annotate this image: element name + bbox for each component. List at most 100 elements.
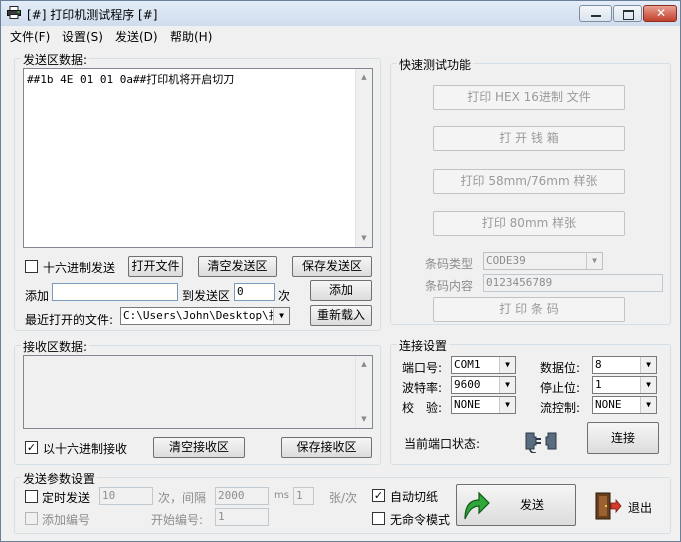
scroll-up-arrow-icon[interactable]: ▲ <box>356 356 372 373</box>
send-button[interactable]: 发送 <box>456 484 576 526</box>
minimize-button[interactable] <box>579 5 612 22</box>
maximize-icon <box>623 10 634 20</box>
flow-label: 流控制: <box>540 401 581 415</box>
start-number-label: 开始编号: <box>151 513 204 527</box>
auto-cut-checkbox[interactable]: ✓ <box>372 489 385 502</box>
menu-bar: 文件(F) 设置(S) 发送(D) 帮助(H) <box>1 26 680 45</box>
add-button[interactable]: 添加 <box>310 280 372 301</box>
databits-combo[interactable]: 8 ▼ <box>592 356 657 374</box>
close-button[interactable]: ✕ <box>643 5 677 22</box>
receive-area-label: 接收区数据: <box>21 338 90 355</box>
per-time-label: 张/次 <box>329 491 358 505</box>
no-command-mode-label: 无命令模式 <box>390 513 451 527</box>
interval-input[interactable]: 2000 <box>215 487 269 505</box>
save-receive-button[interactable]: 保存接收区 <box>281 437 372 458</box>
add-text-input[interactable] <box>52 283 178 301</box>
scroll-down-arrow-icon[interactable]: ▼ <box>356 230 372 247</box>
recent-files-value: C:\Users\John\Desktop\打印 <box>123 309 290 322</box>
times-input[interactable]: 0 <box>234 283 275 301</box>
parity-label: 校 验: <box>402 401 443 415</box>
exit-door-icon[interactable] <box>594 491 622 521</box>
print-80mm-sample-button[interactable]: 打印 80mm 样张 <box>433 211 625 236</box>
send-count-input[interactable]: 10 <box>99 487 153 505</box>
exit-button[interactable]: 退出 <box>628 499 652 516</box>
port-combo[interactable]: COM1 ▼ <box>451 356 516 374</box>
add-label: 添加 <box>25 289 50 303</box>
minimize-icon <box>591 15 601 17</box>
connection-label: 连接设置 <box>397 337 450 354</box>
clear-send-button[interactable]: 清空发送区 <box>198 256 277 277</box>
sheets-input[interactable]: 1 <box>293 487 314 505</box>
baud-combo[interactable]: 9600 ▼ <box>451 376 516 394</box>
scroll-up-arrow-icon[interactable]: ▲ <box>356 69 372 86</box>
disconnected-plug-icon <box>525 432 557 453</box>
baud-label: 波特率: <box>402 381 443 395</box>
send-area-label: 发送区数据: <box>21 51 90 68</box>
menu-send[interactable]: 发送(D) <box>115 28 158 45</box>
flow-value: NONE <box>595 398 622 411</box>
dropdown-arrow-icon[interactable]: ▼ <box>273 308 289 324</box>
clear-receive-button[interactable]: 清空接收区 <box>153 437 245 458</box>
stopbits-combo[interactable]: 1 ▼ <box>592 376 657 394</box>
barcode-type-value: CODE39 <box>486 254 526 267</box>
print-hex-file-button[interactable]: 打印 HEX 16进制 文件 <box>433 85 625 110</box>
send-button-label: 发送 <box>519 498 544 512</box>
send-data-textarea[interactable]: ##1b 4E 01 01 0a##打印机将开启切刀 ▲ ▼ <box>23 68 373 248</box>
send-arrow-icon <box>464 491 490 520</box>
dropdown-arrow-icon[interactable]: ▼ <box>499 397 515 413</box>
send-params-label: 发送参数设置 <box>21 470 98 487</box>
flow-combo[interactable]: NONE ▼ <box>592 396 657 414</box>
add-number-label: 添加编号 <box>42 513 91 527</box>
dropdown-arrow-icon[interactable]: ▼ <box>640 397 656 413</box>
send-data-scrollbar[interactable]: ▲ ▼ <box>355 69 372 247</box>
ms-label: ms <box>274 490 289 501</box>
recent-files-combo[interactable]: C:\Users\John\Desktop\打印 ▼ <box>120 307 290 325</box>
dropdown-arrow-icon[interactable]: ▼ <box>499 377 515 393</box>
barcode-content-label: 条码内容 <box>425 279 474 293</box>
port-label: 端口号: <box>402 361 443 375</box>
no-command-mode-checkbox[interactable] <box>372 512 385 525</box>
menu-file[interactable]: 文件(F) <box>10 28 50 45</box>
save-send-button[interactable]: 保存发送区 <box>292 256 372 277</box>
timed-send-checkbox[interactable] <box>25 490 38 503</box>
port-status-label: 当前端口状态: <box>404 437 481 451</box>
parity-combo[interactable]: NONE ▼ <box>451 396 516 414</box>
open-cash-drawer-button[interactable]: 打 开 钱 箱 <box>433 126 625 151</box>
hex-receive-checkbox[interactable]: ✓ <box>25 441 38 454</box>
dropdown-arrow-icon[interactable]: ▼ <box>640 357 656 373</box>
barcode-content-input[interactable]: 0123456789 <box>483 274 663 292</box>
printer-app-icon <box>7 6 21 19</box>
print-barcode-button[interactable]: 打 印 条 码 <box>433 297 625 322</box>
open-file-button[interactable]: 打开文件 <box>128 256 183 277</box>
maximize-button[interactable] <box>613 5 642 22</box>
stopbits-label: 停止位: <box>540 381 581 395</box>
stopbits-value: 1 <box>595 378 602 391</box>
menu-help[interactable]: 帮助(H) <box>170 28 212 45</box>
timed-send-label: 定时发送 <box>42 491 91 505</box>
databits-label: 数据位: <box>540 361 581 375</box>
menu-settings[interactable]: 设置(S) <box>62 28 103 45</box>
barcode-type-combo[interactable]: CODE39 ▼ <box>483 252 603 270</box>
close-icon: ✕ <box>656 6 667 20</box>
dropdown-arrow-icon[interactable]: ▼ <box>586 253 602 269</box>
connect-button[interactable]: 连接 <box>587 422 659 454</box>
title-bar: [#] 打印机测试程序 [#] ✕ <box>1 1 680 26</box>
quick-test-label: 快速测试功能 <box>397 56 474 73</box>
add-number-checkbox[interactable] <box>25 512 38 525</box>
scroll-down-arrow-icon[interactable]: ▼ <box>356 411 372 428</box>
recent-files-label: 最近打开的文件: <box>25 313 114 327</box>
print-58-76mm-sample-button[interactable]: 打印 58mm/76mm 样张 <box>433 169 625 194</box>
reload-button[interactable]: 重新载入 <box>310 305 372 326</box>
hex-receive-label: 以十六进制接收 <box>43 442 128 456</box>
dropdown-arrow-icon[interactable]: ▼ <box>640 377 656 393</box>
databits-value: 8 <box>595 358 602 371</box>
start-number-input[interactable]: 1 <box>215 508 269 526</box>
parity-value: NONE <box>454 398 481 411</box>
send-data-text: ##1b 4E 01 01 0a##打印机将开启切刀 <box>27 73 235 86</box>
window-title: [#] 打印机测试程序 [#] <box>27 8 158 22</box>
dropdown-arrow-icon[interactable]: ▼ <box>499 357 515 373</box>
auto-cut-label: 自动切纸 <box>390 490 439 504</box>
hex-send-checkbox[interactable] <box>25 260 38 273</box>
receive-data-scrollbar[interactable]: ▲ ▼ <box>355 356 372 428</box>
receive-data-textarea[interactable]: ▲ ▼ <box>23 355 373 429</box>
